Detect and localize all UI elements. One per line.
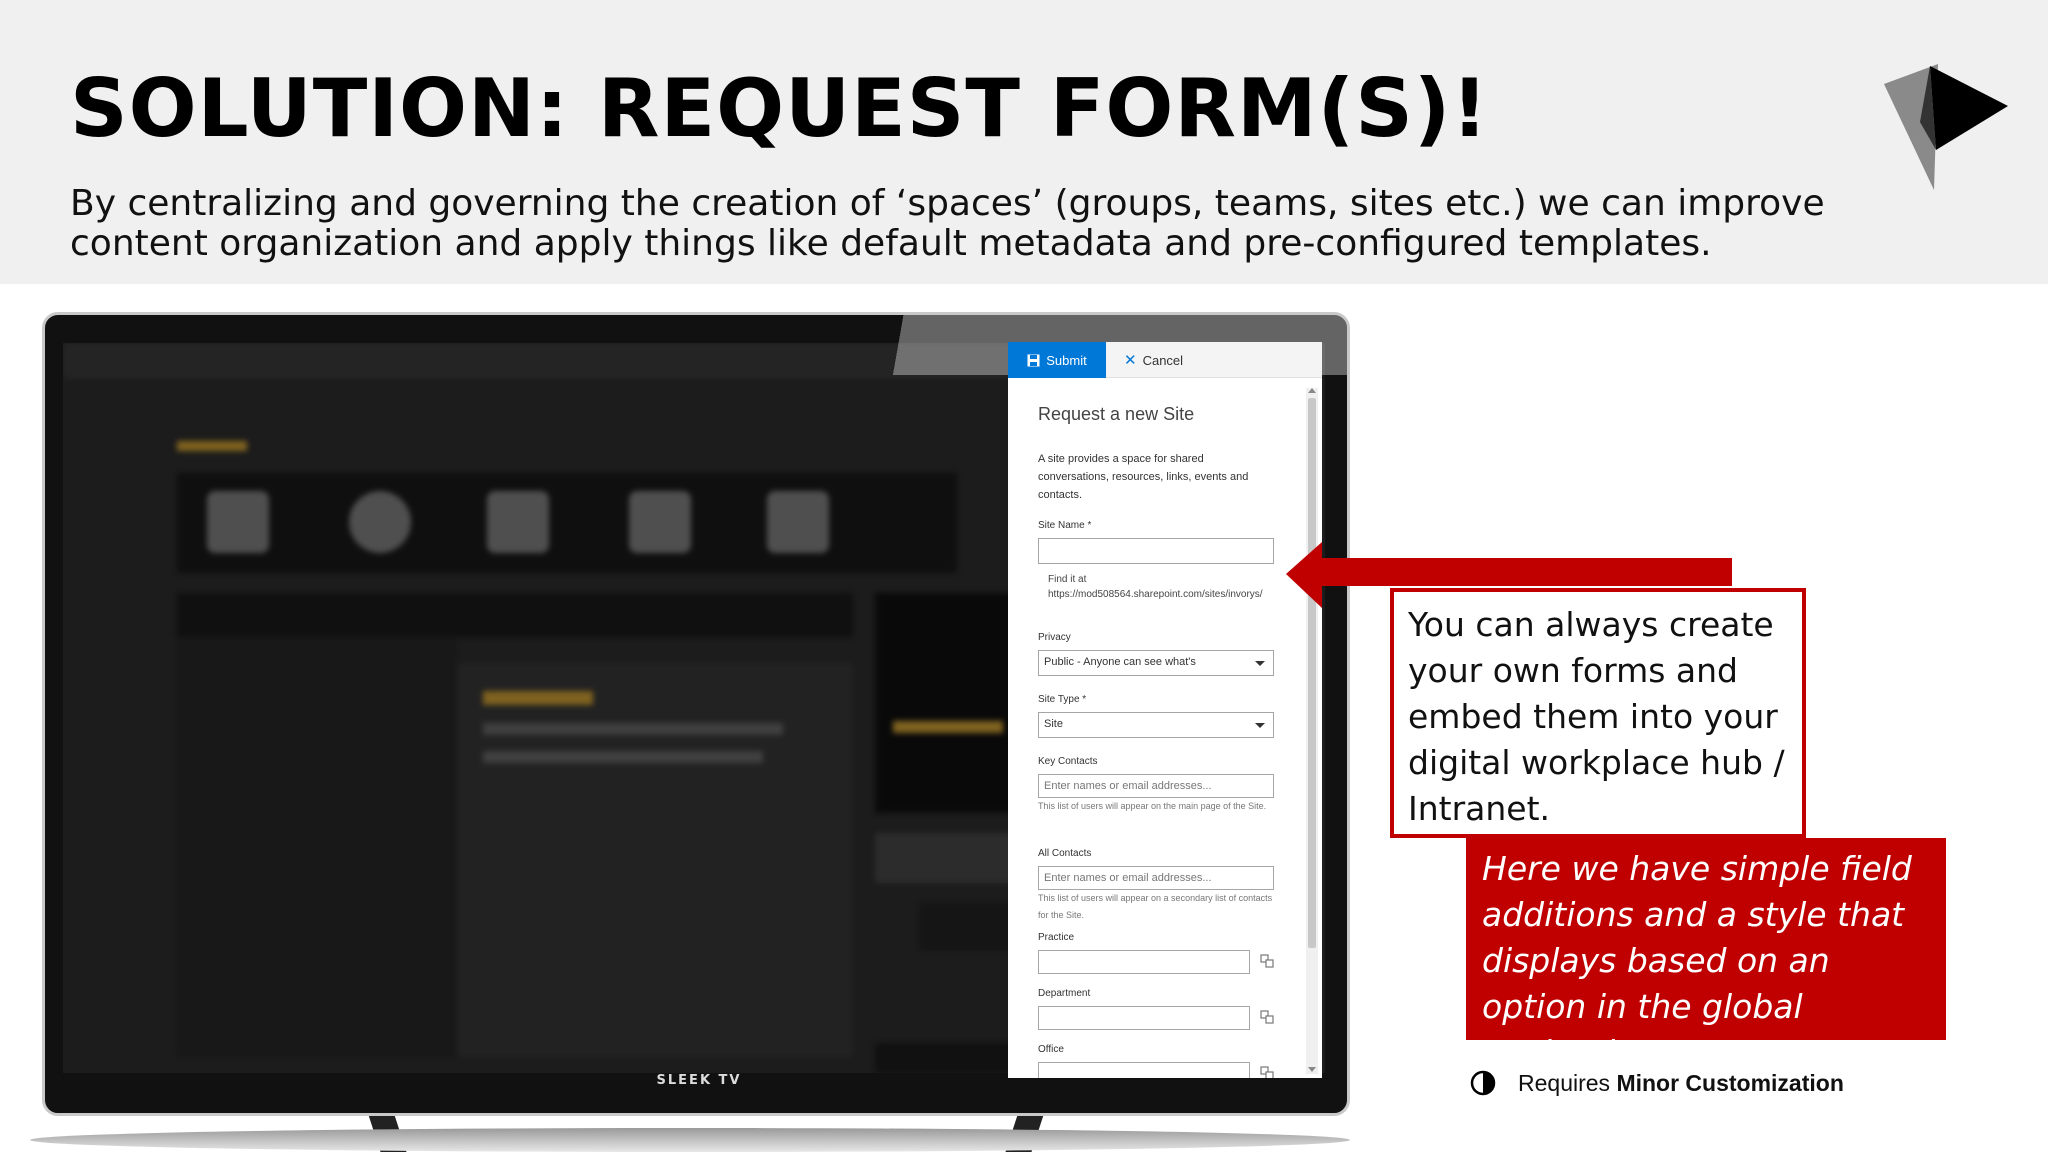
all-contacts-input[interactable]: Enter names or email addresses... (1038, 866, 1274, 890)
scroll-thumb[interactable] (1308, 398, 1316, 948)
save-icon (1027, 354, 1040, 366)
all-contacts-label: All Contacts (1038, 848, 1092, 859)
close-icon: ✕ (1124, 352, 1137, 369)
all-contacts-help: This list of users will appear on a seco… (1038, 893, 1273, 920)
play-logo-icon (1884, 64, 2008, 190)
lookup-icon[interactable] (1260, 1066, 1274, 1078)
practice-input[interactable] (1038, 950, 1250, 974)
scroll-up-icon[interactable] (1308, 388, 1316, 393)
callout-custom-forms: You can always create your own forms and… (1390, 588, 1806, 838)
submit-label: Submit (1046, 352, 1087, 368)
slide-title: SOLUTION: REQUEST FORM(S)! (70, 62, 1489, 155)
callout-field-additions: Here we have simple field additions and … (1466, 838, 1946, 1072)
site-name-input[interactable] (1038, 538, 1274, 564)
department-label: Department (1038, 988, 1091, 999)
site-name-label: Site Name * (1038, 520, 1092, 531)
key-contacts-help: This list of users will appear on the ma… (1038, 801, 1267, 811)
slide-subtitle: By centralizing and governing the creati… (70, 183, 1825, 264)
panel-toolbar: Submit ✕ Cancel (1008, 342, 1322, 378)
key-contacts-input[interactable]: Enter names or email addresses... (1038, 774, 1274, 798)
office-label: Office (1038, 1044, 1064, 1055)
panel-scrollbar[interactable] (1306, 388, 1318, 1074)
blurred-intranet-background (63, 343, 1023, 1073)
chevron-down-icon (1255, 723, 1265, 728)
requires-level: Minor Customization (1616, 1069, 1844, 1096)
privacy-value: Public - Anyone can see what's (1044, 656, 1196, 668)
privacy-label: Privacy (1038, 632, 1071, 643)
chevron-down-icon (1255, 661, 1265, 666)
lookup-icon[interactable] (1260, 954, 1274, 968)
tv-stand (30, 1128, 1350, 1152)
department-input[interactable] (1038, 1006, 1250, 1030)
request-site-panel: Submit ✕ Cancel Request a new Site A sit… (1008, 342, 1322, 1078)
slide-header: SOLUTION: REQUEST FORM(S)! By centralizi… (0, 0, 2048, 284)
form-title: Request a new Site (1038, 404, 1195, 424)
site-url-hint: Find it at https://mod508564.sharepoint.… (1048, 574, 1263, 600)
submit-button[interactable]: Submit (1008, 342, 1106, 378)
office-input[interactable] (1038, 1062, 1250, 1078)
practice-label: Practice (1038, 932, 1075, 943)
site-type-label: Site Type * (1038, 694, 1087, 705)
customization-level: Requires Minor Customization (1470, 1068, 1844, 1098)
form-description: A site provides a space for shared conve… (1038, 453, 1249, 501)
half-circle-icon (1470, 1070, 1496, 1096)
scroll-down-icon[interactable] (1308, 1067, 1316, 1072)
cancel-label: Cancel (1142, 352, 1184, 368)
key-contacts-label: Key Contacts (1038, 756, 1098, 767)
privacy-select[interactable]: Public - Anyone can see what's (1038, 650, 1274, 676)
site-type-select[interactable]: Site (1038, 712, 1274, 738)
site-type-value: Site (1044, 718, 1063, 730)
cancel-button[interactable]: ✕ Cancel (1124, 342, 1183, 378)
requires-text: Requires Minor Customization (1518, 1070, 1844, 1097)
lookup-icon[interactable] (1260, 1010, 1274, 1024)
requires-prefix: Requires (1518, 1069, 1611, 1096)
